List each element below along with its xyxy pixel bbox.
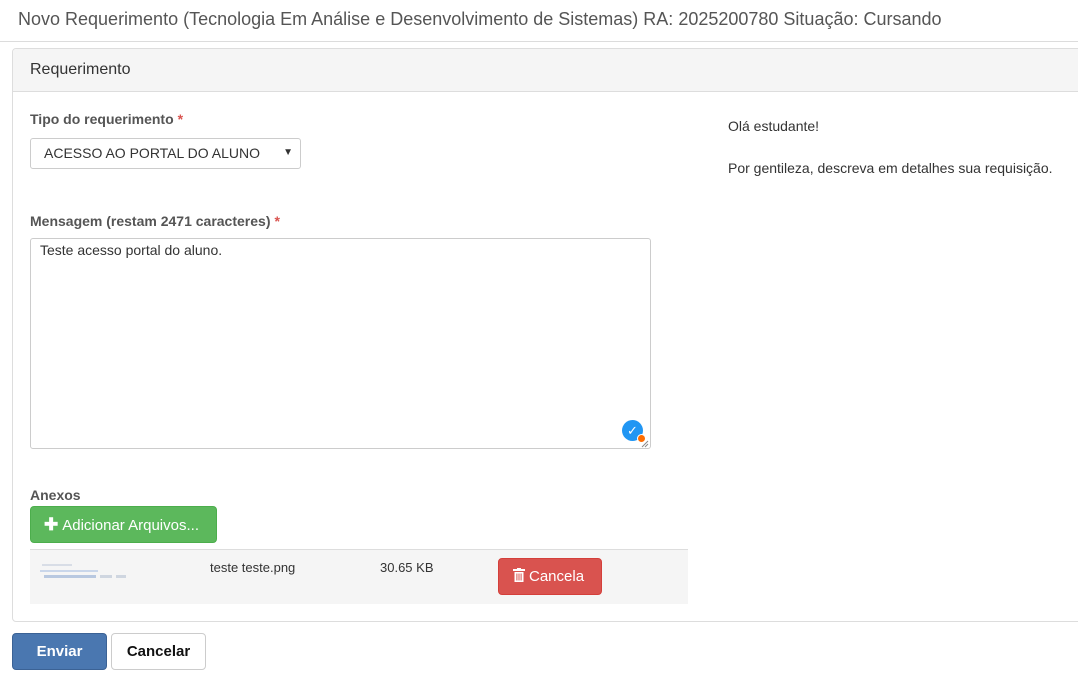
anexos-label: Anexos xyxy=(30,487,81,503)
instruction-text: Por gentileza, descreva em detalhes sua … xyxy=(728,160,1053,176)
page-header: Novo Requerimento (Tecnologia Em Análise… xyxy=(0,0,1078,42)
mensagem-label-text: Mensagem (restam 2471 caracteres) xyxy=(30,213,271,229)
file-row: teste teste.png 30.65 KB Cancela xyxy=(30,549,688,604)
mensagem-label: Mensagem (restam 2471 caracteres) * xyxy=(30,213,280,229)
trash-icon xyxy=(513,568,525,582)
caret-down-icon: ▼ xyxy=(283,147,293,158)
file-thumbnail xyxy=(38,560,130,582)
resize-grip-icon[interactable] xyxy=(641,440,649,448)
tipo-select-value: ACESSO AO PORTAL DO ALUNO xyxy=(44,145,261,161)
submit-button[interactable]: Enviar xyxy=(12,633,107,670)
tipo-label: Tipo do requerimento * xyxy=(30,111,183,127)
plus-icon: ✚ xyxy=(44,515,59,534)
cancel-upload-button[interactable]: Cancela xyxy=(498,558,602,595)
panel-heading: Requerimento xyxy=(13,49,1078,92)
mensagem-text: Teste acesso portal do aluno. xyxy=(40,242,223,258)
add-files-label: Adicionar Arquivos... xyxy=(62,517,199,534)
tipo-label-text: Tipo do requerimento xyxy=(30,111,174,127)
page-title: Novo Requerimento (Tecnologia Em Análise… xyxy=(18,9,942,29)
panel-title: Requerimento xyxy=(30,61,131,78)
tipo-select[interactable]: ACESSO AO PORTAL DO ALUNO ▼ xyxy=(30,138,301,169)
required-mark: * xyxy=(177,111,184,127)
add-files-button[interactable]: ✚ Adicionar Arquivos... xyxy=(30,506,217,543)
file-name: teste teste.png xyxy=(210,560,296,575)
mensagem-textarea[interactable]: Teste acesso portal do aluno. xyxy=(30,238,651,449)
required-mark: * xyxy=(274,213,280,229)
file-size: 30.65 KB xyxy=(380,560,434,575)
cancel-upload-label: Cancela xyxy=(529,568,585,585)
greeting-text: Olá estudante! xyxy=(728,118,820,134)
cancel-button[interactable]: Cancelar xyxy=(111,633,206,670)
